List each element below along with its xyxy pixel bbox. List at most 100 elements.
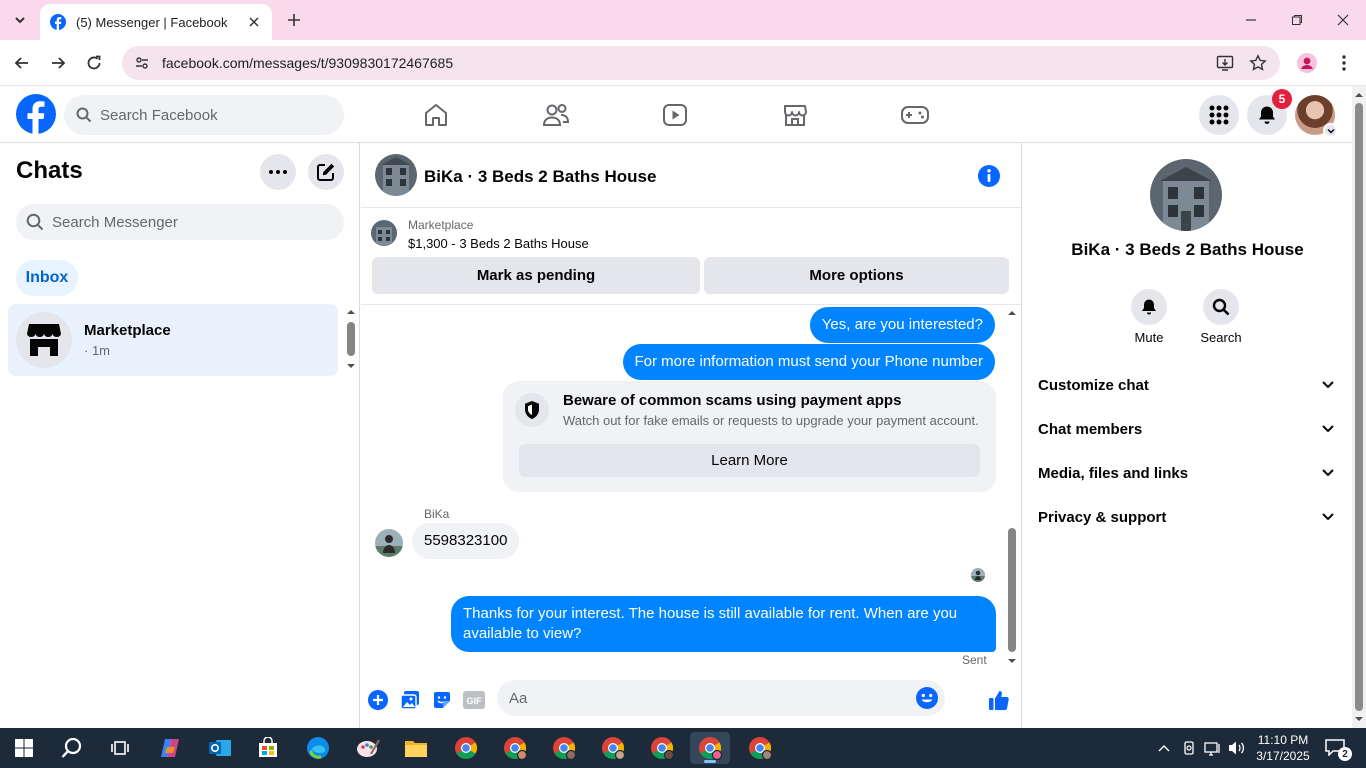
outlook-icon[interactable] — [200, 732, 240, 764]
network-icon[interactable] — [1203, 738, 1223, 758]
message-input[interactable] — [509, 689, 909, 707]
mute-action[interactable]: Mute — [1119, 289, 1179, 345]
tab-search-dropdown-icon[interactable] — [8, 8, 32, 32]
edge-browser-icon[interactable] — [298, 732, 338, 764]
chat-list-scrollbar[interactable] — [344, 306, 358, 372]
learn-more-button[interactable]: Learn More — [519, 444, 980, 477]
task-view-icon[interactable] — [100, 732, 140, 764]
listing-thumbnail[interactable] — [371, 220, 397, 246]
copilot-icon[interactable] — [150, 732, 190, 764]
reload-icon[interactable] — [82, 51, 106, 75]
conversation-title[interactable]: BiKa · 3 Beds 2 Baths House — [424, 167, 656, 187]
page-scrollbar-thumb[interactable] — [1355, 103, 1363, 711]
photo-attach-icon[interactable] — [398, 688, 422, 712]
install-app-icon[interactable] — [1213, 51, 1237, 75]
message-bubble-incoming[interactable]: 5598323100 — [412, 523, 520, 559]
message-bubble-outgoing[interactable]: For more information must send your Phon… — [622, 344, 995, 380]
inbox-filter-tab[interactable]: Inbox — [16, 260, 78, 296]
home-nav-icon[interactable] — [381, 92, 491, 138]
chrome-profile-icon[interactable] — [495, 732, 535, 764]
account-avatar[interactable] — [1295, 95, 1338, 138]
address-bar[interactable]: facebook.com/messages/t/9309830172467685 — [122, 46, 1280, 80]
chrome-icon[interactable] — [446, 732, 486, 764]
sender-avatar[interactable] — [375, 529, 403, 557]
notification-center-icon[interactable]: 2 — [1324, 738, 1352, 761]
message-bubble-outgoing[interactable]: Yes, are you interested? — [809, 307, 995, 343]
message-bubble-outgoing[interactable]: Thanks for your interest. The house is s… — [451, 596, 996, 652]
chat-list-item[interactable]: Marketplace · 1m — [8, 304, 338, 376]
chats-title: Chats — [16, 157, 83, 184]
chrome-profile-icon[interactable] — [593, 732, 633, 764]
chat-item-meta: · 1m — [84, 343, 110, 358]
more-options-button[interactable]: More options — [704, 257, 1009, 294]
customize-chat-section[interactable]: Customize chat — [1030, 365, 1342, 405]
close-tab-icon[interactable] — [246, 14, 262, 30]
marketplace-store-icon — [16, 312, 72, 368]
svg-text:GIF: GIF — [467, 696, 483, 706]
video-nav-icon[interactable] — [620, 92, 730, 138]
browser-toolbar: facebook.com/messages/t/9309830172467685 — [0, 40, 1366, 86]
paint-app-icon[interactable] — [348, 732, 388, 764]
conversation-info-icon[interactable] — [977, 164, 1001, 188]
scam-warning-card: Beware of common scams using payment app… — [503, 381, 996, 492]
marketplace-nav-icon[interactable] — [740, 92, 850, 138]
facebook-logo-icon[interactable] — [16, 94, 56, 134]
marketplace-listing-strip: Marketplace $1,300 - 3 Beds 2 Baths Hous… — [361, 209, 1021, 305]
chrome-active-window-icon[interactable] — [690, 732, 730, 764]
new-tab-icon[interactable] — [282, 8, 306, 32]
minimize-window-icon[interactable] — [1228, 0, 1274, 40]
conversation-avatar[interactable] — [375, 154, 417, 196]
taskbar-clock[interactable]: 11:10 PM 3/17/2025 — [1250, 732, 1316, 764]
gaming-nav-icon[interactable] — [860, 92, 970, 138]
mark-as-pending-button[interactable]: Mark as pending — [372, 257, 700, 294]
search-in-conversation-action[interactable]: Search — [1191, 289, 1251, 345]
messenger-search-input[interactable] — [52, 213, 272, 231]
show-hidden-icons-chevron-icon[interactable] — [1154, 738, 1174, 758]
chrome-profile-icon[interactable] — [544, 732, 584, 764]
message-input-field[interactable] — [497, 680, 945, 716]
volume-icon[interactable] — [1227, 738, 1247, 758]
bookmark-star-icon[interactable] — [1246, 51, 1270, 75]
gif-icon[interactable]: GIF — [462, 688, 486, 712]
listing-price-title[interactable]: $1,300 - 3 Beds 2 Baths House — [408, 236, 589, 251]
restore-window-icon[interactable] — [1274, 0, 1320, 40]
chrome-profile-icon[interactable] — [740, 732, 780, 764]
chat-members-section[interactable]: Chat members — [1030, 409, 1342, 449]
mute-bell-icon[interactable] — [1131, 289, 1167, 325]
taskbar-search-icon[interactable] — [52, 732, 92, 764]
windows-start-icon[interactable] — [4, 732, 44, 764]
facebook-search[interactable] — [64, 95, 344, 135]
profile-icon[interactable] — [1295, 51, 1319, 75]
chevron-down-icon — [1322, 381, 1334, 389]
chrome-profile-icon[interactable] — [642, 732, 682, 764]
close-window-icon[interactable] — [1320, 0, 1366, 40]
page-scrollbar[interactable] — [1352, 86, 1366, 728]
browser-tab-active[interactable]: (5) Messenger | Facebook — [40, 4, 272, 40]
sticker-icon[interactable] — [430, 688, 454, 712]
chat-options-ellipsis-icon[interactable] — [260, 154, 296, 190]
plus-circle-icon[interactable] — [366, 688, 390, 712]
new-message-compose-icon[interactable] — [308, 154, 344, 190]
menu-grid-icon[interactable] — [1199, 95, 1239, 135]
details-avatar[interactable] — [1150, 159, 1222, 231]
chevron-down-icon — [1323, 123, 1338, 138]
back-arrow-icon[interactable] — [10, 51, 34, 75]
privacy-support-section[interactable]: Privacy & support — [1030, 497, 1342, 537]
emoji-icon[interactable] — [915, 686, 939, 710]
media-files-links-section[interactable]: Media, files and links — [1030, 453, 1342, 493]
shield-icon — [515, 393, 549, 427]
conversation-scrollbar[interactable] — [1005, 306, 1019, 668]
tray-device-icon[interactable] — [1179, 738, 1199, 758]
forward-arrow-icon[interactable] — [46, 51, 70, 75]
file-explorer-icon[interactable] — [396, 732, 436, 764]
microsoft-store-icon[interactable] — [248, 732, 288, 764]
facebook-search-input[interactable] — [100, 106, 320, 124]
friends-nav-icon[interactable] — [501, 92, 611, 138]
chevron-down-icon — [1322, 513, 1334, 521]
browser-menu-icon[interactable] — [1332, 51, 1356, 75]
site-info-icon[interactable] — [134, 55, 150, 71]
windows-taskbar: 11:10 PM 3/17/2025 2 — [0, 728, 1366, 768]
search-icon[interactable] — [1203, 289, 1239, 325]
thumbs-up-icon[interactable] — [987, 688, 1011, 712]
messenger-search[interactable] — [16, 204, 344, 240]
